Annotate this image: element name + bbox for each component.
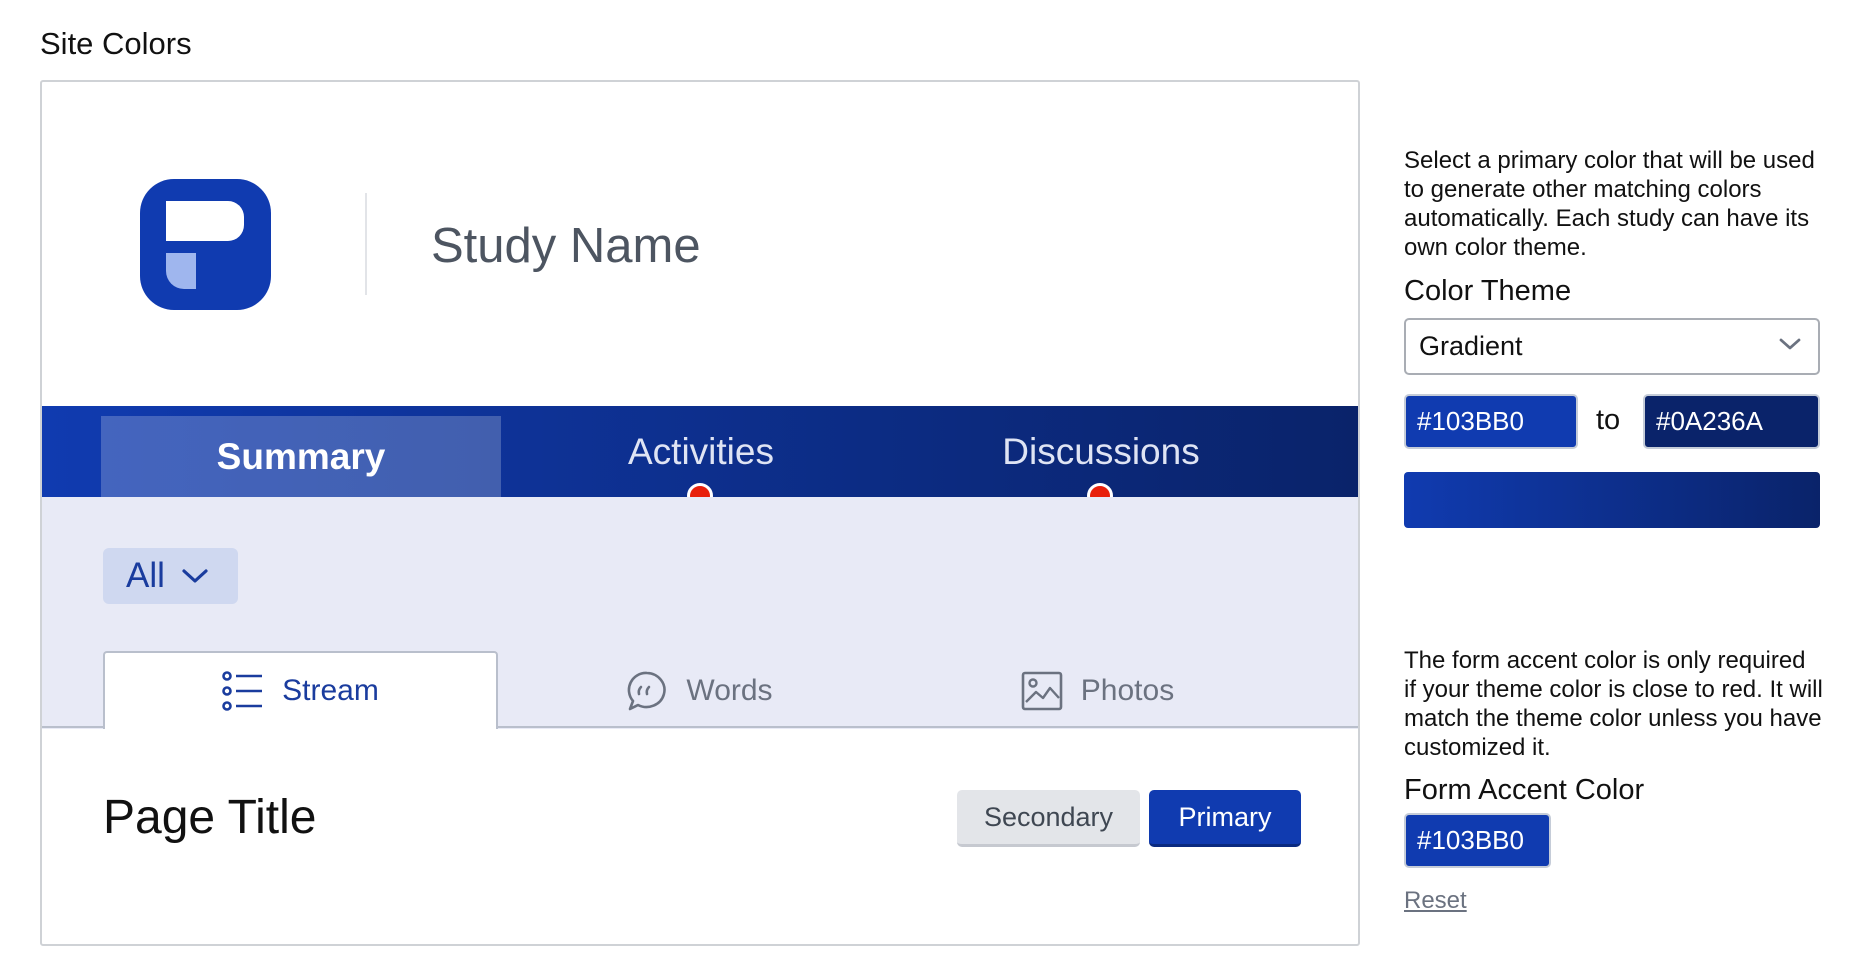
section-title: Site Colors — [40, 26, 192, 61]
form-accent-label: Form Accent Color — [1404, 774, 1645, 806]
theme-help-text: Select a primary color that will be used… — [1404, 147, 1815, 261]
nav-tab-summary[interactable]: Summary — [101, 416, 501, 497]
filter-label: All — [126, 556, 165, 595]
tab-stream[interactable]: Stream — [103, 651, 498, 729]
tab-label: Photos — [1080, 674, 1175, 707]
color-theme-select[interactable]: Gradient — [1404, 318, 1820, 375]
color-theme-value: Gradient — [1419, 331, 1523, 361]
form-accent-value: #103BB0 — [1417, 825, 1524, 855]
tab-words[interactable]: Words — [502, 653, 897, 729]
gradient-preview-bar — [1404, 472, 1820, 528]
tab-photos[interactable]: Photos — [900, 653, 1295, 729]
nav-tab-label: Summary — [216, 435, 386, 477]
chevron-down-icon — [182, 569, 208, 583]
tab-label: Stream — [282, 674, 379, 707]
filter-dropdown[interactable]: All — [103, 548, 238, 604]
gradient-start-value: #103BB0 — [1417, 406, 1524, 436]
study-name: Study Name — [431, 219, 701, 273]
image-icon — [1021, 671, 1063, 711]
study-logo-icon — [140, 179, 271, 310]
header-divider — [365, 193, 367, 295]
page-title: Page Title — [103, 791, 317, 844]
gradient-end-value: #0A236A — [1656, 406, 1763, 436]
reset-link[interactable]: Reset — [1404, 887, 1467, 915]
nav-tab-label: Activities — [628, 430, 774, 472]
form-accent-color-input[interactable]: #103BB0 — [1404, 813, 1551, 868]
gradient-end-color-input[interactable]: #0A236A — [1643, 394, 1820, 449]
tab-label: Words — [686, 674, 773, 707]
secondary-button[interactable]: Secondary — [957, 790, 1140, 847]
list-icon — [222, 671, 263, 711]
theme-preview: Study Name Summary Activities Discussion… — [40, 80, 1360, 946]
color-theme-label: Color Theme — [1404, 275, 1572, 307]
accent-help-text: The form accent color is only required i… — [1404, 647, 1823, 761]
nav-tab-label: Discussions — [1002, 430, 1200, 472]
primary-button[interactable]: Primary — [1149, 790, 1301, 847]
content-area: All Stream Words Photos — [42, 497, 1358, 729]
chevron-down-icon — [1779, 338, 1801, 350]
speech-bubble-icon — [628, 671, 667, 711]
gradient-start-color-input[interactable]: #103BB0 — [1404, 394, 1578, 449]
gradient-to-label: to — [1596, 404, 1621, 436]
